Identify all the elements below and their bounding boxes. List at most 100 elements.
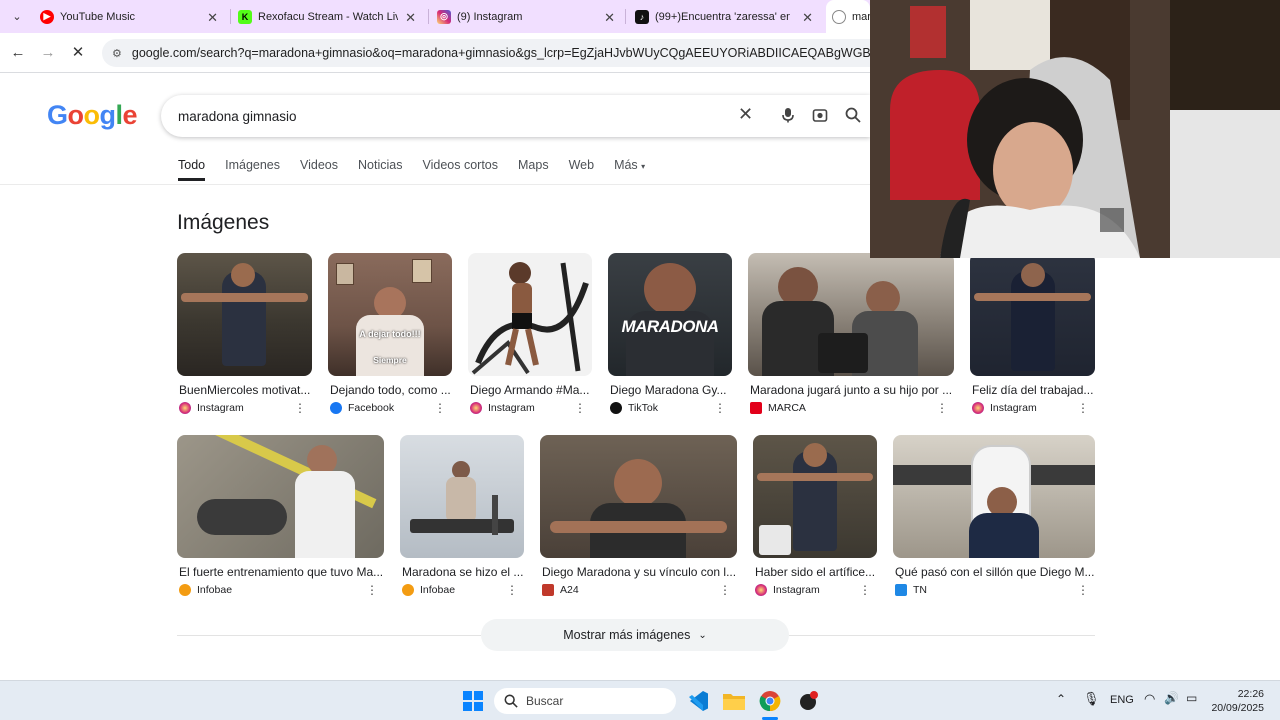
- image-result-card[interactable]: BuenMiercoles motivat... Instagram ⋮: [177, 253, 312, 415]
- battery-icon[interactable]: ▭: [1186, 691, 1197, 705]
- language-indicator[interactable]: ENG: [1110, 694, 1134, 706]
- image-caption[interactable]: Maradona se hizo el ...: [402, 565, 524, 579]
- image-caption[interactable]: Dejando todo, como ...: [330, 383, 452, 397]
- show-more-images-button[interactable]: Mostrar más imágenes ⌄: [481, 619, 789, 651]
- image-result-card[interactable]: Qué pasó con el sillón que Diego M... TN…: [893, 435, 1095, 597]
- close-icon[interactable]: ✕: [802, 10, 813, 26]
- close-icon[interactable]: ✕: [405, 10, 416, 26]
- image-thumbnail[interactable]: [893, 435, 1095, 558]
- url-text[interactable]: google.com/search?q=maradona+gimnasio&oq…: [132, 46, 870, 60]
- tab-imagenes[interactable]: Imágenes: [225, 158, 280, 181]
- image-thumbnail[interactable]: MARADONA: [608, 253, 732, 376]
- chevron-up-icon[interactable]: ⌃: [1056, 692, 1066, 706]
- forward-arrow-icon[interactable]: →: [38, 42, 58, 62]
- image-caption[interactable]: Qué pasó con el sillón que Diego M...: [895, 565, 1095, 579]
- image-thumbnail[interactable]: [177, 253, 312, 376]
- more-options-icon[interactable]: ⋮: [366, 583, 378, 597]
- google-logo[interactable]: Google: [47, 100, 138, 131]
- more-options-icon[interactable]: ⋮: [1077, 401, 1089, 415]
- image-caption[interactable]: Diego Maradona y su vínculo con l...: [542, 565, 737, 579]
- image-result-card[interactable]: A dejar todo!!! Siempre Dejando todo, co…: [328, 253, 452, 415]
- image-caption[interactable]: BuenMiercoles motivat...: [179, 383, 312, 397]
- image-result-card[interactable]: El fuerte entrenamiento que tuvo Ma... I…: [177, 435, 384, 597]
- more-options-icon[interactable]: ⋮: [936, 401, 948, 415]
- file-explorer-icon[interactable]: [722, 689, 746, 713]
- image-source[interactable]: MARCA ⋮: [750, 401, 954, 415]
- image-thumbnail[interactable]: [748, 253, 954, 376]
- tab-videos-cortos[interactable]: Videos cortos: [422, 158, 498, 181]
- chrome-icon[interactable]: [758, 689, 782, 713]
- search-box[interactable]: maradona gimnasio ✕: [161, 95, 870, 137]
- tab-search-button[interactable]: ⌄: [7, 6, 27, 26]
- image-result-card[interactable]: Diego Armando #Ma... Instagram ⋮: [468, 253, 592, 415]
- wifi-icon[interactable]: ◠: [1144, 691, 1155, 707]
- image-result-card[interactable]: Maradona se hizo el ... Infobae ⋮: [400, 435, 524, 597]
- close-icon[interactable]: ✕: [207, 10, 218, 26]
- image-source[interactable]: TikTok ⋮: [610, 401, 732, 415]
- image-source[interactable]: Infobae ⋮: [402, 583, 524, 597]
- image-caption[interactable]: Feliz día del trabajad...: [972, 383, 1095, 397]
- taskbar-search-box[interactable]: Buscar: [494, 688, 676, 714]
- microphone-icon[interactable]: [781, 107, 795, 127]
- image-source[interactable]: Facebook ⋮: [330, 401, 452, 415]
- search-input[interactable]: maradona gimnasio: [178, 109, 297, 124]
- more-options-icon[interactable]: ⋮: [434, 401, 446, 415]
- image-result-card[interactable]: MARADONA Diego Maradona Gy... TikTok ⋮: [608, 253, 732, 415]
- image-source[interactable]: Instagram ⋮: [470, 401, 592, 415]
- image-source[interactable]: Instagram ⋮: [179, 401, 312, 415]
- image-thumbnail[interactable]: [400, 435, 524, 558]
- tab-videos[interactable]: Videos: [300, 158, 338, 181]
- image-source[interactable]: Instagram ⋮: [755, 583, 877, 597]
- image-thumbnail[interactable]: [177, 435, 384, 558]
- vscode-icon[interactable]: [686, 689, 710, 713]
- image-thumbnail[interactable]: [540, 435, 737, 558]
- tab-web[interactable]: Web: [569, 158, 594, 181]
- more-options-icon[interactable]: ⋮: [506, 583, 518, 597]
- image-thumbnail[interactable]: [468, 253, 592, 376]
- tab-google-active[interactable]: mar: [826, 0, 870, 33]
- tab-maps[interactable]: Maps: [518, 158, 549, 181]
- image-thumbnail[interactable]: A dejar todo!!! Siempre: [328, 253, 452, 376]
- image-result-card[interactable]: Feliz día del trabajad... Instagram ⋮: [970, 253, 1095, 415]
- clear-icon[interactable]: ✕: [738, 104, 753, 125]
- tab-noticias[interactable]: Noticias: [358, 158, 402, 181]
- image-source[interactable]: A24 ⋮: [542, 583, 737, 597]
- image-caption[interactable]: Maradona jugará junto a su hijo por ...: [750, 383, 954, 397]
- tab-tiktok[interactable]: ♪ (99+)Encuentra 'zaressa' en Tik ✕: [635, 0, 813, 33]
- image-source[interactable]: Infobae ⋮: [179, 583, 384, 597]
- image-result-card[interactable]: Diego Maradona y su vínculo con l... A24…: [540, 435, 737, 597]
- more-options-icon[interactable]: ⋮: [859, 583, 871, 597]
- clock[interactable]: 22:26 20/09/2025: [1211, 687, 1264, 715]
- address-bar[interactable]: ⚙ google.com/search?q=maradona+gimnasio&…: [102, 39, 870, 67]
- tab-instagram[interactable]: ◎ (9) Instagram ✕: [437, 0, 615, 33]
- more-options-icon[interactable]: ⋮: [714, 401, 726, 415]
- tab-youtube-music[interactable]: ▶ YouTube Music ✕: [40, 0, 218, 33]
- image-source[interactable]: Instagram ⋮: [972, 401, 1095, 415]
- more-options-icon[interactable]: ⋮: [574, 401, 586, 415]
- stop-loading-icon[interactable]: ✕: [68, 42, 88, 62]
- app-icon[interactable]: [796, 689, 820, 713]
- back-arrow-icon[interactable]: ←: [8, 42, 28, 62]
- more-options-icon[interactable]: ⋮: [294, 401, 306, 415]
- image-result-card[interactable]: Haber sido el artífice... Instagram ⋮: [753, 435, 877, 597]
- image-caption[interactable]: El fuerte entrenamiento que tuvo Ma...: [179, 565, 384, 579]
- image-caption[interactable]: Diego Armando #Ma...: [470, 383, 592, 397]
- close-icon[interactable]: ✕: [604, 10, 615, 26]
- image-thumbnail[interactable]: [970, 253, 1095, 376]
- tab-mas[interactable]: Más ▾: [614, 158, 645, 181]
- tab-kick[interactable]: K Rexofacu Stream - Watch Live o ✕: [238, 0, 416, 33]
- site-info-icon[interactable]: ⚙: [112, 47, 122, 60]
- image-source[interactable]: TN ⋮: [895, 583, 1095, 597]
- image-caption[interactable]: Haber sido el artífice...: [755, 565, 877, 579]
- camera-lens-icon[interactable]: [812, 107, 828, 127]
- more-options-icon[interactable]: ⋮: [719, 583, 731, 597]
- windows-start-icon[interactable]: [461, 689, 485, 713]
- more-options-icon[interactable]: ⋮: [1077, 583, 1089, 597]
- image-thumbnail[interactable]: [753, 435, 877, 558]
- tab-todo[interactable]: Todo: [178, 158, 206, 181]
- image-result-card[interactable]: Maradona jugará junto a su hijo por ... …: [748, 253, 954, 415]
- microphone-icon[interactable]: 🎙: [1083, 691, 1100, 707]
- search-icon[interactable]: [845, 107, 861, 127]
- image-caption[interactable]: Diego Maradona Gy...: [610, 383, 732, 397]
- speaker-icon[interactable]: 🔊: [1164, 691, 1179, 705]
